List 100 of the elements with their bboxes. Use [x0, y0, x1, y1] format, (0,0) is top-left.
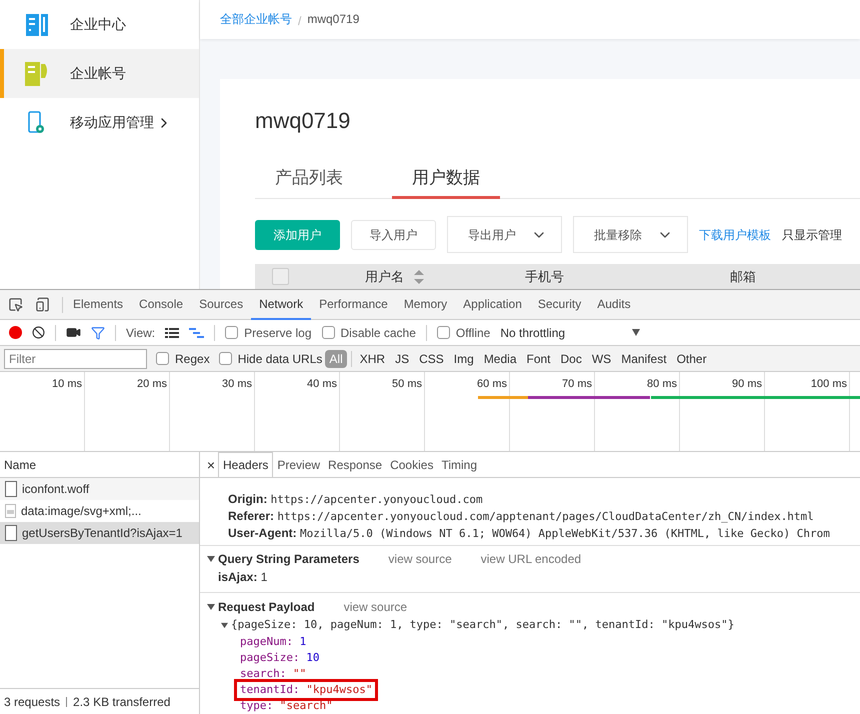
- record-icon[interactable]: [9, 326, 22, 339]
- inspect-icon[interactable]: [8, 297, 23, 312]
- expanded-triangle-icon[interactable]: [221, 622, 228, 628]
- image-file-icon: [5, 504, 16, 518]
- option-checkbox[interactable]: [322, 326, 335, 339]
- payload-summary[interactable]: {pageSize: 10, pageNum: 1, type: "search", search: "", tenantId: "kpu4wsos"}: [231, 616, 734, 634]
- expanded-triangle-icon[interactable]: [207, 555, 215, 563]
- type-filter[interactable]: JS: [391, 350, 414, 368]
- type-filter[interactable]: Img: [450, 350, 478, 368]
- time-tick: 60 ms: [476, 376, 508, 392]
- file-icon: [5, 525, 17, 541]
- time-tick: 10 ms: [51, 376, 83, 392]
- section-title[interactable]: Query String Parameters: [218, 550, 360, 568]
- content-tab[interactable]: 用户数据: [392, 164, 500, 199]
- view-link[interactable]: view URL encoded: [480, 550, 582, 568]
- option-label: Preserve log: [244, 324, 312, 342]
- admin-filter-label: 只显示管理: [782, 226, 842, 244]
- request-count: 3 requests: [4, 694, 60, 710]
- column-header: 手机号: [525, 268, 564, 286]
- breadcrumb-link[interactable]: 全部企业帐号: [220, 10, 292, 28]
- type-filter[interactable]: Doc: [556, 350, 586, 368]
- devtools-tab[interactable]: Security: [530, 290, 590, 320]
- time-tick: 70 ms: [561, 376, 593, 392]
- column-header[interactable]: 用户名: [365, 266, 424, 286]
- waterfall-view-icon[interactable]: [189, 328, 204, 338]
- column-header: 邮箱: [730, 268, 756, 286]
- close-panel-button[interactable]: ×: [204, 453, 218, 477]
- type-filter[interactable]: Manifest: [617, 350, 671, 368]
- time-tick: 30 ms: [221, 376, 253, 392]
- list-view-icon[interactable]: [165, 328, 180, 338]
- filter-option-label: Regex: [175, 350, 210, 368]
- expanded-triangle-icon[interactable]: [207, 603, 215, 611]
- view-link[interactable]: view source: [344, 598, 408, 616]
- clear-icon[interactable]: [32, 326, 45, 339]
- filter-icon[interactable]: [91, 326, 105, 340]
- section-title[interactable]: Request Payload: [218, 598, 315, 616]
- filter-option-label: Hide data URLs: [238, 350, 322, 368]
- type-filter[interactable]: XHR: [356, 350, 390, 368]
- filter-checkbox[interactable]: [156, 352, 169, 365]
- breadcrumb-separator: /: [298, 13, 302, 30]
- filter-input[interactable]: Filter: [4, 348, 147, 368]
- device-icon[interactable]: [35, 297, 50, 312]
- header-line: User-Agent: Mozilla/5.0 (Windows NT 6.1; WOW64) AppleWebKit/537.36 (KHTML, like Gecko) Chrom: [228, 526, 831, 541]
- header-line: Origin: https://apcenter.yonyoucloud.com: [228, 492, 484, 507]
- option-label: Disable cache: [340, 324, 416, 342]
- type-filter[interactable]: WS: [588, 350, 616, 368]
- devtools-tab[interactable]: Console: [131, 290, 192, 320]
- time-tick: 50 ms: [391, 376, 423, 392]
- payload-property: pageSize: 10: [239, 650, 320, 666]
- time-tick: 40 ms: [306, 376, 338, 392]
- view-label: View:: [126, 324, 156, 342]
- time-tick: 20 ms: [136, 376, 168, 392]
- devtools-tab[interactable]: Network: [251, 290, 312, 320]
- option-checkbox[interactable]: [436, 326, 450, 339]
- devtools-tab[interactable]: Audits: [589, 290, 639, 320]
- sidebar-item[interactable]: 移动应用管理: [0, 98, 199, 147]
- building-icon: [26, 14, 48, 36]
- detail-tab[interactable]: Cookies: [386, 452, 438, 477]
- detail-tab[interactable]: Response: [324, 452, 386, 477]
- devtools-tab[interactable]: Application: [455, 290, 530, 320]
- devtools-tab[interactable]: Elements: [65, 290, 132, 320]
- option-checkbox[interactable]: [225, 326, 238, 339]
- content-tab[interactable]: 产品列表: [255, 164, 363, 199]
- dropdown-button[interactable]: 批量移除: [573, 216, 688, 253]
- camera-icon[interactable]: [66, 325, 81, 340]
- devtools-tab[interactable]: Memory: [396, 290, 456, 320]
- query-param: isAjax: 1: [217, 569, 268, 586]
- detail-tab[interactable]: Preview: [273, 452, 324, 477]
- header-line: Referer: https://apcenter.yonyoucloud.com/apptenant/pages/CloudDataCenter/zh_CN/index.html: [228, 509, 815, 524]
- type-filter[interactable]: Other: [672, 350, 711, 368]
- type-filter[interactable]: CSS: [415, 350, 448, 368]
- type-filter[interactable]: Font: [522, 350, 555, 368]
- devtools-tab[interactable]: Sources: [191, 290, 252, 320]
- payload-property: tenantId: "kpu4wsos": [237, 682, 376, 698]
- dropdown-button[interactable]: 导出用户: [447, 216, 562, 253]
- payload-property: pageNum: 1: [239, 634, 308, 650]
- sidebar-item[interactable]: 企业中心: [0, 0, 199, 49]
- sidebar-item[interactable]: 企业帐号: [0, 49, 199, 98]
- page-title: mwq0719: [255, 106, 352, 134]
- view-link[interactable]: view source: [388, 550, 452, 568]
- transferred-size: 2.3 KB transferred: [73, 694, 170, 710]
- request-row[interactable]: getUsersByTenantId?isAjax=1: [0, 522, 199, 544]
- sort-icon[interactable]: [414, 270, 424, 284]
- payload-property: type: "search": [239, 698, 334, 714]
- type-filter[interactable]: Media: [480, 350, 520, 368]
- time-tick: 90 ms: [731, 376, 763, 392]
- detail-tab[interactable]: Headers: [218, 452, 274, 477]
- request-row[interactable]: iconfont.woff: [0, 478, 199, 500]
- detail-tab[interactable]: Timing: [437, 452, 482, 477]
- devtools-tab[interactable]: Performance: [311, 290, 396, 320]
- throttling-select[interactable]: No throttling: [500, 324, 640, 342]
- phone-gear-icon: [28, 110, 46, 134]
- id-card-icon: [25, 62, 49, 86]
- dropdown-triangle-icon: [632, 329, 640, 336]
- import-button[interactable]: 导入用户: [351, 220, 436, 250]
- select-all-checkbox[interactable]: [272, 268, 289, 285]
- time-tick: 80 ms: [646, 376, 678, 392]
- filter-checkbox[interactable]: [218, 352, 232, 365]
- payload-property: search: "": [239, 666, 308, 682]
- download-template-link[interactable]: 下载用户模板: [699, 226, 771, 244]
